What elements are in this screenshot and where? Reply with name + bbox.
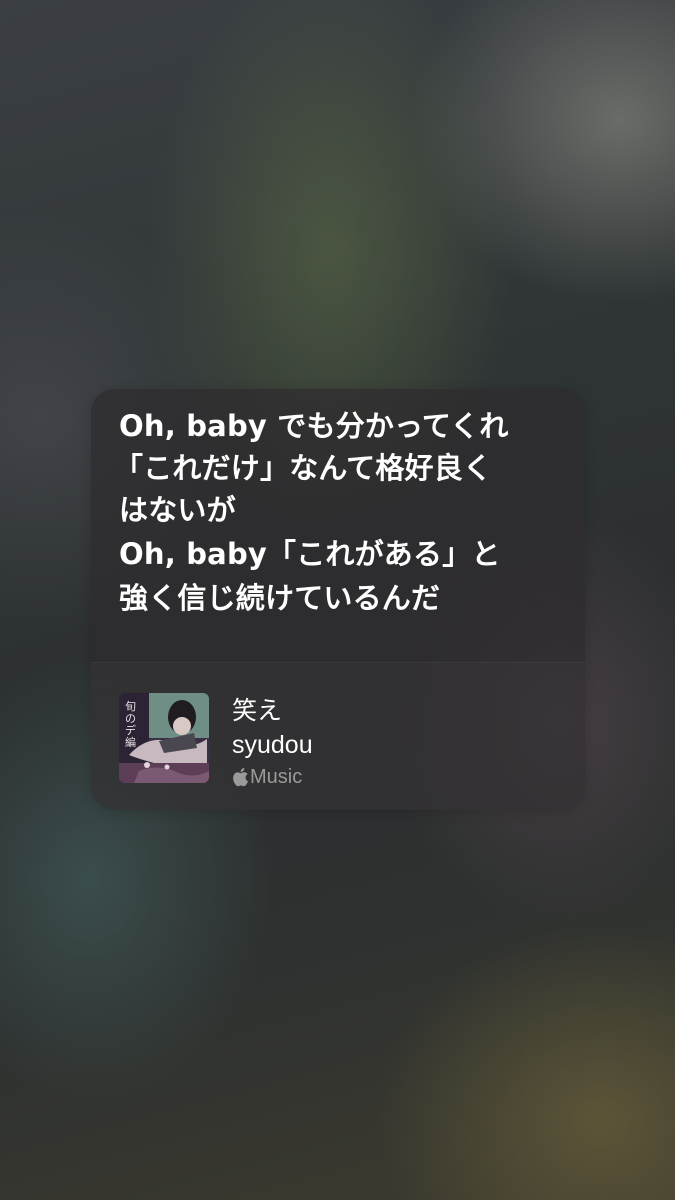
lyric-line-2: 「これだけ」なんて格好良く	[114, 451, 493, 485]
lyric-line-4: Oh, baby「これがある」と	[119, 537, 501, 571]
service-name: Music	[250, 766, 303, 788]
lyric-line-1: Oh, baby でも分かってくれ	[119, 409, 509, 443]
song-info-row[interactable]: 旬のデ編 笑え syudou Music	[91, 663, 585, 810]
apple-logo-icon	[232, 767, 249, 787]
lyrics-section: Oh, baby でも分かってくれ 「これだけ」なんて格好良く はないが Oh,…	[91, 389, 585, 662]
album-art-text: 旬のデ編	[125, 700, 136, 749]
service-label: Music	[232, 765, 302, 789]
lyrics-share-card[interactable]: Oh, baby でも分かってくれ 「これだけ」なんて格好良く はないが Oh,…	[91, 389, 585, 810]
song-title: 笑え	[232, 696, 283, 725]
album-art: 旬のデ編	[119, 693, 209, 783]
song-artist: syudou	[232, 731, 313, 759]
lyric-line-5: 強く信じ続けているんだ	[119, 581, 441, 615]
lyric-line-3: はないが	[119, 493, 236, 527]
